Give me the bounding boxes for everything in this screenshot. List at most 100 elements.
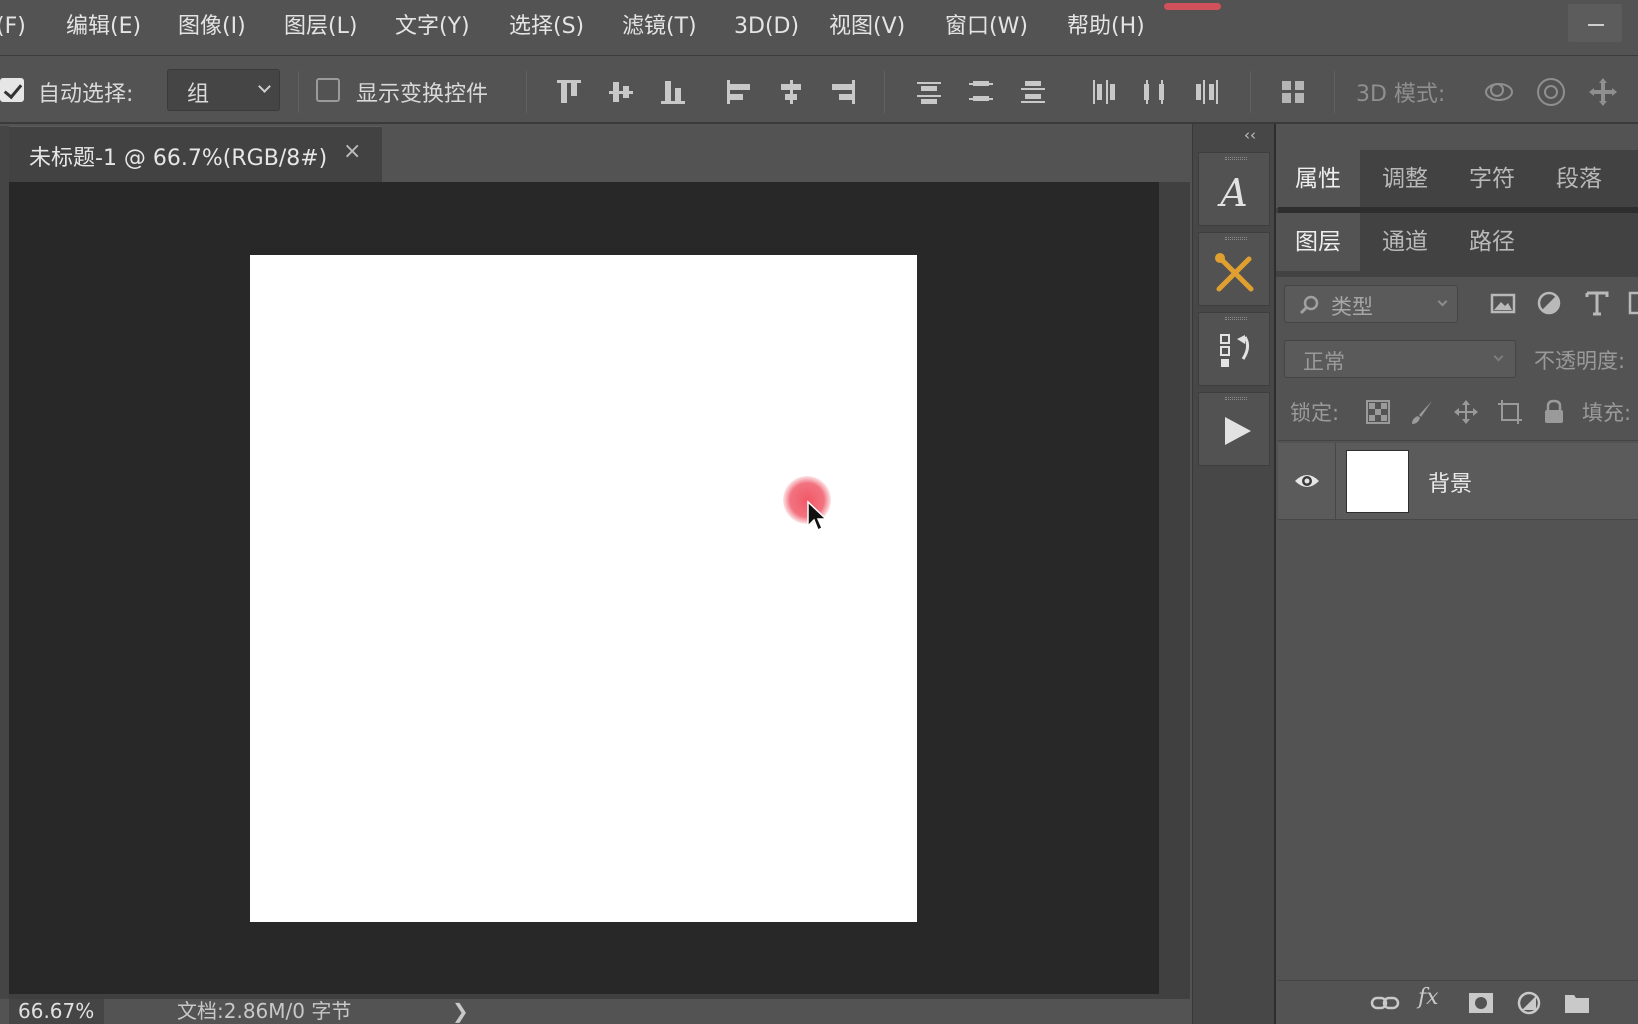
minimize-button[interactable]: [1568, 4, 1622, 42]
history-button[interactable]: [1198, 312, 1270, 386]
menu-layer[interactable]: 图层(L): [284, 12, 357, 42]
layer-visibility-toggle[interactable]: [1278, 443, 1336, 520]
pan-3d-icon[interactable]: [1586, 75, 1620, 109]
menu-view[interactable]: 视图(V): [829, 12, 905, 42]
tab-paragraph[interactable]: 段落: [1537, 150, 1621, 208]
close-icon[interactable]: ×: [343, 139, 361, 164]
auto-select-checkbox[interactable]: [0, 78, 24, 102]
layers-tab-row: 图层 通道 路径: [1276, 213, 1638, 277]
roll-3d-icon[interactable]: [1534, 75, 1568, 109]
auto-select-dropdown[interactable]: 组: [167, 69, 280, 111]
opacity-label: 不透明度:: [1534, 349, 1626, 373]
document-canvas[interactable]: [250, 255, 917, 922]
eye-icon: [1295, 475, 1319, 487]
lock-all-icon[interactable]: [1540, 398, 1568, 426]
tools-preset-icon: [1215, 253, 1254, 292]
tab-channels[interactable]: 通道: [1363, 213, 1447, 271]
grip-icon: [1225, 397, 1247, 400]
separator: [298, 71, 299, 113]
distribute-vcenter-icon[interactable]: [966, 77, 996, 107]
menu-window[interactable]: 窗口(W): [945, 12, 1028, 42]
distribute-right-icon[interactable]: [1192, 77, 1222, 107]
align-hcenter-icon[interactable]: [776, 77, 806, 107]
menu-3d[interactable]: 3D(D): [734, 12, 799, 42]
document-tab[interactable]: 未标题-1 @ 66.7%(RGB/8#) ×: [9, 126, 382, 182]
show-transform-label: 显示变换控件: [356, 82, 489, 107]
play-icon: [1225, 417, 1251, 445]
shape-filter-icon[interactable]: [1628, 288, 1638, 318]
layer-thumbnail: [1346, 450, 1409, 513]
distribute-left-icon[interactable]: [1088, 77, 1118, 107]
link-layers-icon[interactable]: [1370, 989, 1400, 1017]
blend-mode-value: 正常: [1303, 350, 1345, 374]
lock-pixels-icon[interactable]: [1408, 398, 1436, 426]
distribute-bottom-icon[interactable]: [1018, 77, 1048, 107]
blend-mode-dropdown[interactable]: 正常: [1284, 340, 1516, 378]
menu-image[interactable]: 图像(I): [178, 12, 246, 42]
lock-position-icon[interactable]: [1452, 398, 1480, 426]
adjustment-filter-icon[interactable]: [1534, 288, 1564, 318]
panel-divider: [1278, 440, 1638, 441]
tool-panel-edge: [0, 126, 9, 1024]
layer-filter-kind[interactable]: 类型: [1284, 285, 1458, 323]
character-styles-button[interactable]: A: [1198, 152, 1270, 226]
menu-help[interactable]: 帮助(H): [1067, 12, 1145, 42]
show-transform-checkbox[interactable]: [316, 78, 340, 102]
separator: [884, 71, 885, 113]
distribute-top-icon[interactable]: [914, 77, 944, 107]
actions-button[interactable]: [1198, 392, 1270, 466]
align-bottom-icon[interactable]: [658, 77, 688, 107]
type-filter-icon[interactable]: [1582, 288, 1612, 318]
character-style-icon: A: [1220, 171, 1248, 215]
menu-type[interactable]: 文字(Y): [395, 12, 470, 42]
layer-filter-kind-label: 类型: [1331, 295, 1373, 319]
align-vcenter-icon[interactable]: [606, 77, 636, 107]
align-right-icon[interactable]: [828, 77, 858, 107]
add-mask-icon[interactable]: [1466, 989, 1496, 1017]
align-left-icon[interactable]: [724, 77, 754, 107]
lock-transparent-icon[interactable]: [1364, 398, 1392, 426]
grip-icon: [1225, 317, 1247, 320]
orbit-3d-icon[interactable]: [1482, 75, 1516, 109]
grip-icon: [1225, 237, 1247, 240]
tab-layers[interactable]: 图层: [1276, 213, 1360, 271]
status-menu-arrow[interactable]: ❯: [452, 999, 469, 1024]
tab-adjustments[interactable]: 调整: [1363, 150, 1447, 208]
menu-filter[interactable]: 滤镜(T): [622, 12, 697, 42]
recording-indicator: [1164, 3, 1221, 10]
vertical-scrollbar[interactable]: [1159, 182, 1190, 994]
auto-select-label: 自动选择:: [38, 82, 134, 107]
image-filter-icon[interactable]: [1488, 288, 1518, 318]
separator: [526, 71, 527, 113]
menu-bar: (F) 编辑(E) 图像(I) 图层(L) 文字(Y) 选择(S) 滤镜(T) …: [0, 0, 1638, 56]
lock-artboard-icon[interactable]: [1496, 398, 1524, 426]
distribute-hcenter-icon[interactable]: [1140, 77, 1170, 107]
chevron-down-icon: [258, 80, 271, 93]
search-icon: [1299, 295, 1319, 315]
grip-icon: [1225, 157, 1247, 160]
folder-icon[interactable]: [1562, 989, 1592, 1017]
layer-row[interactable]: 背景: [1278, 443, 1638, 520]
lock-label: 锁定:: [1290, 401, 1340, 425]
adjustment-layer-icon[interactable]: [1514, 989, 1544, 1017]
layers-footer: fx: [1278, 980, 1638, 1024]
auto-select-value: 组: [187, 82, 210, 107]
tool-presets-button[interactable]: [1198, 232, 1270, 306]
tab-properties[interactable]: 属性: [1276, 150, 1360, 208]
mouse-cursor-icon: [807, 500, 828, 532]
history-icon: [1220, 334, 1250, 367]
menu-select[interactable]: 选择(S): [509, 12, 584, 42]
chevron-down-icon: [1493, 351, 1504, 362]
auto-align-icon[interactable]: [1278, 77, 1308, 107]
tab-paths[interactable]: 路径: [1450, 213, 1534, 271]
collapse-panels-icon[interactable]: ‹‹: [1244, 126, 1256, 144]
status-bar: 66.67% 文档:2.86M/0 字节 ❯: [0, 999, 1192, 1024]
menu-edit[interactable]: 编辑(E): [66, 12, 141, 42]
fx-icon[interactable]: fx: [1418, 985, 1448, 1013]
menu-file[interactable]: (F): [0, 12, 26, 42]
zoom-field[interactable]: 66.67%: [9, 999, 104, 1024]
tab-character[interactable]: 字符: [1450, 150, 1534, 208]
document-tab-title: 未标题-1 @ 66.7%(RGB/8#): [29, 146, 328, 171]
layer-name[interactable]: 背景: [1428, 466, 1472, 498]
align-top-icon[interactable]: [554, 77, 584, 107]
